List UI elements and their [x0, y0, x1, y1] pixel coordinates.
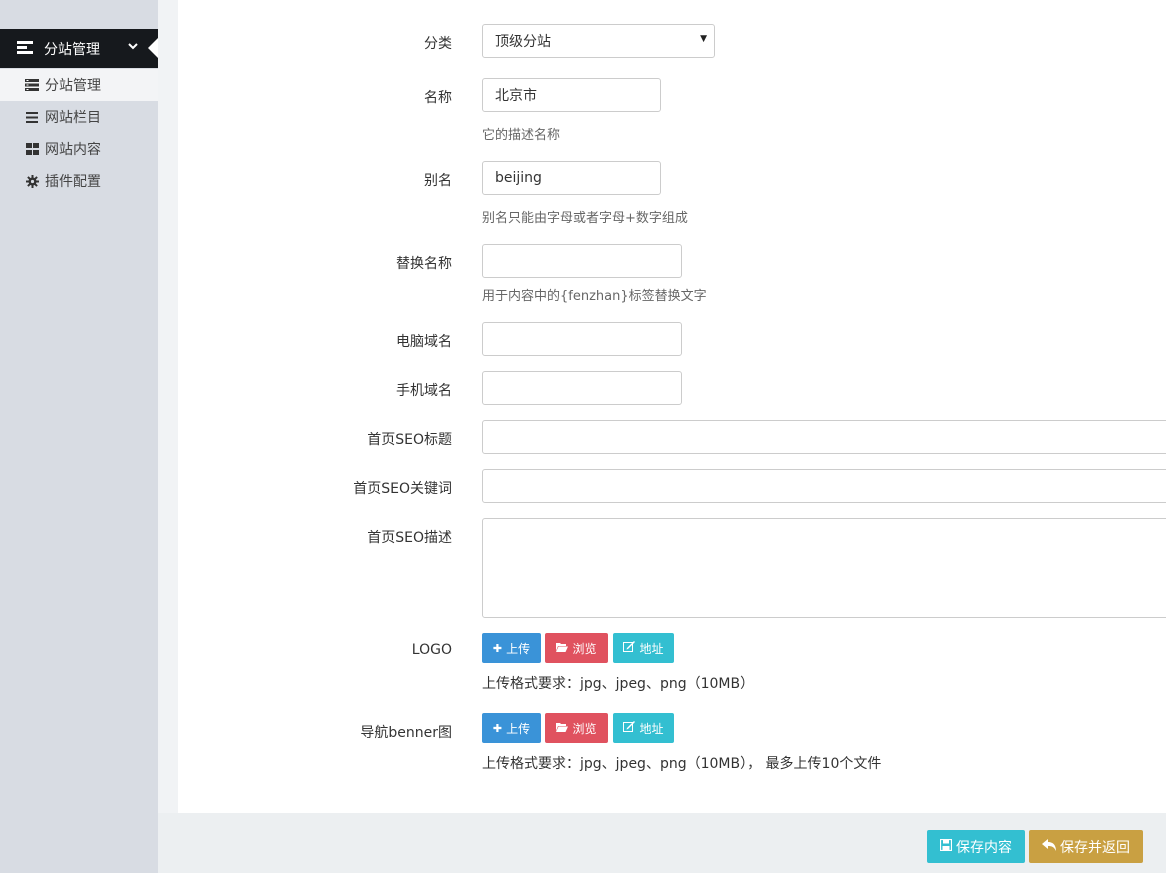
- edit-icon: [623, 641, 636, 655]
- alias-label: 别名: [424, 173, 452, 189]
- save-return-button-label: 保存并返回: [1060, 839, 1130, 856]
- sidebar-item-label: 分站管理: [45, 78, 101, 94]
- chevron-down-icon: [127, 40, 139, 56]
- logo-browse-button[interactable]: 浏览: [545, 633, 608, 663]
- name-input-value: 北京市: [495, 88, 537, 104]
- save-return-button[interactable]: 保存并返回: [1029, 830, 1143, 863]
- banner-label: 导航benner图: [360, 725, 452, 741]
- mobile-domain-input[interactable]: [482, 371, 682, 405]
- banner-browse-label: 浏览: [572, 721, 597, 736]
- gear-icon: [25, 174, 39, 188]
- folder-open-icon: [556, 722, 569, 735]
- logo-upload-label: 上传: [506, 641, 531, 656]
- seo-description-label: 首页SEO描述: [367, 530, 452, 546]
- sidebar-item-label: 网站内容: [45, 142, 101, 158]
- logo-address-label: 地址: [639, 641, 664, 656]
- alias-help: 别名只能由字母或者字母+数字组成: [482, 211, 688, 226]
- sidebar-item-plugins[interactable]: 插件配置: [0, 165, 158, 197]
- active-indicator: [148, 38, 158, 58]
- seo-title-input[interactable]: [482, 420, 1166, 454]
- sidebar-header-label: 分站管理: [44, 42, 100, 58]
- logo-address-button[interactable]: 地址: [613, 633, 674, 663]
- sidebar-item-label: 插件配置: [45, 174, 101, 190]
- pc-domain-label: 电脑域名: [396, 334, 452, 350]
- banner-browse-button[interactable]: 浏览: [545, 713, 608, 743]
- folder-open-icon: [556, 642, 569, 655]
- banner-upload-button[interactable]: ✚ 上传: [482, 713, 541, 743]
- seo-description-textarea[interactable]: [482, 518, 1166, 618]
- logo-browse-label: 浏览: [572, 641, 597, 656]
- list-icon: [17, 41, 33, 55]
- sidebar-item-label: 网站栏目: [45, 110, 101, 126]
- logo-upload-button[interactable]: ✚ 上传: [482, 633, 541, 663]
- pc-domain-input[interactable]: [482, 322, 682, 356]
- name-input[interactable]: 北京市: [482, 78, 661, 112]
- banner-upload-label: 上传: [506, 721, 531, 736]
- logo-label: LOGO: [411, 642, 452, 658]
- caret-down-icon: ▼: [700, 34, 707, 44]
- replace-name-help: 用于内容中的{fenzhan}标签替换文字: [482, 289, 707, 304]
- banner-help: 上传格式要求：jpg、jpeg、png（10MB）， 最多上传10个文件: [482, 756, 882, 772]
- server-icon: [25, 78, 39, 92]
- sidebar-header-fenzhan[interactable]: 分站管理: [0, 29, 158, 68]
- logo-help: 上传格式要求：jpg、jpeg、png（10MB）: [482, 676, 755, 692]
- banner-address-label: 地址: [639, 721, 664, 736]
- replace-name-label: 替换名称: [396, 256, 452, 272]
- category-label: 分类: [424, 36, 452, 52]
- category-select[interactable]: 顶级分站 ▼: [482, 24, 715, 58]
- name-label: 名称: [424, 90, 452, 106]
- reply-icon: [1042, 838, 1056, 855]
- plus-icon: ✚: [492, 721, 503, 735]
- bars-icon: [25, 110, 39, 124]
- plus-icon: ✚: [492, 641, 503, 655]
- seo-keywords-label: 首页SEO关键词: [353, 481, 452, 497]
- mobile-domain-label: 手机域名: [396, 383, 452, 399]
- sidebar: 分站管理 分站管理 网站栏目 网站内容 插件配置: [0, 0, 158, 873]
- replace-name-input[interactable]: [482, 244, 682, 278]
- category-select-value: 顶级分站: [495, 34, 551, 50]
- save-icon: [939, 838, 953, 855]
- sidebar-item-fenzhan[interactable]: 分站管理: [0, 69, 158, 101]
- seo-title-label: 首页SEO标题: [367, 432, 452, 448]
- grid-icon: [25, 142, 39, 156]
- alias-input[interactable]: beijing: [482, 161, 661, 195]
- name-help: 它的描述名称: [482, 128, 561, 143]
- save-button-label: 保存内容: [956, 839, 1012, 856]
- seo-keywords-input[interactable]: [482, 469, 1166, 503]
- edit-icon: [623, 721, 636, 735]
- alias-input-value: beijing: [495, 170, 542, 186]
- content-gutter: [158, 0, 178, 813]
- save-button[interactable]: 保存内容: [927, 830, 1025, 863]
- sidebar-item-columns[interactable]: 网站栏目: [0, 101, 158, 133]
- sidebar-item-content[interactable]: 网站内容: [0, 133, 158, 165]
- banner-address-button[interactable]: 地址: [613, 713, 674, 743]
